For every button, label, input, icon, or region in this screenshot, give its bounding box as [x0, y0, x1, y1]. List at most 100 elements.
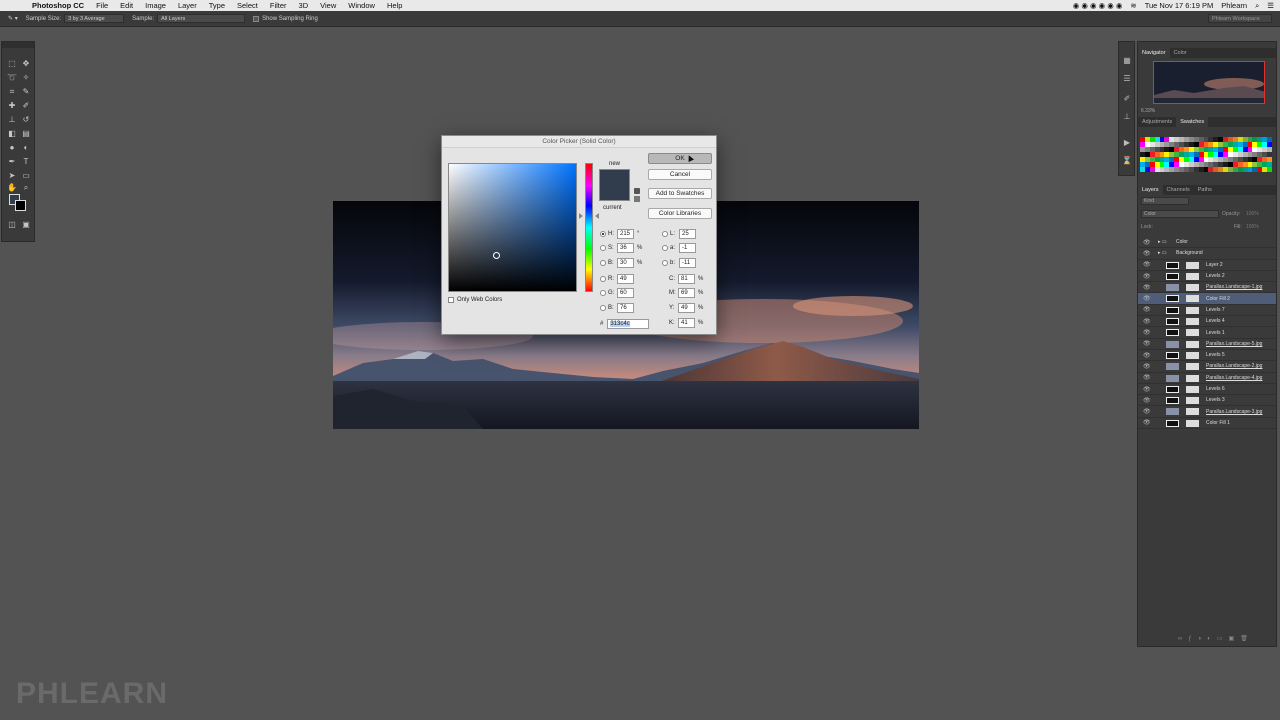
layer-thumbnail[interactable]	[1166, 419, 1179, 427]
visibility-eye-icon[interactable]: 👁	[1143, 352, 1151, 359]
layer-row[interactable]: 👁 Layer 2	[1138, 260, 1276, 271]
layer-row[interactable]: 👁 Color Fill 2	[1138, 293, 1276, 305]
hue-slider-arrow-left[interactable]	[579, 213, 583, 219]
layer-row[interactable]: 👁 Levels 6	[1138, 384, 1276, 396]
menu-view[interactable]: View	[314, 1, 342, 10]
layer-thumbnail[interactable]	[1166, 408, 1179, 416]
black-input[interactable]: 41	[678, 317, 695, 328]
zoom-tool-icon[interactable]: ⌕	[20, 182, 32, 193]
layer-mask-thumbnail[interactable]	[1186, 272, 1199, 280]
layer-name[interactable]: Background	[1176, 250, 1203, 256]
blue-radio[interactable]	[600, 304, 606, 311]
visibility-eye-icon[interactable]: 👁	[1143, 329, 1151, 336]
layer-row[interactable]: 👁 ▸ ▭ Color	[1138, 237, 1276, 249]
visibility-eye-icon[interactable]: 👁	[1143, 318, 1151, 325]
layer-name[interactable]: Layer 2	[1206, 262, 1223, 268]
brightness-input[interactable]: 30	[617, 257, 634, 268]
layer-mask-thumbnail[interactable]	[1186, 318, 1199, 326]
visibility-eye-icon[interactable]: 👁	[1143, 261, 1151, 268]
swatches-grid[interactable]	[1140, 137, 1272, 175]
visibility-eye-icon[interactable]: 👁	[1143, 419, 1151, 426]
layer-name[interactable]: Levels 7	[1206, 307, 1225, 313]
move-tool-icon[interactable]: ✥	[20, 58, 32, 69]
only-web-colors-checkbox[interactable]	[448, 297, 454, 303]
clone-source-icon[interactable]: ⊥	[1122, 112, 1132, 122]
layer-row[interactable]: 👁 Parallax.Landscape-1.jpg	[1138, 282, 1276, 294]
sample-select[interactable]: All Layers	[157, 14, 246, 23]
sample-size-select[interactable]: 3 by 3 Average	[64, 14, 125, 23]
layer-filter-kind[interactable]: Kind	[1141, 197, 1189, 205]
layer-row[interactable]: 👁 Parallax.Landscape-5.jpg	[1138, 339, 1276, 350]
layer-row[interactable]: 👁 Parallax.Landscape-4.jpg	[1138, 373, 1276, 384]
brush-tool-icon[interactable]: ✐	[20, 100, 32, 111]
lab-a-radio[interactable]	[662, 244, 668, 251]
shape-tool-icon[interactable]: ▭	[20, 170, 32, 181]
layer-mask-thumbnail[interactable]	[1186, 261, 1199, 269]
layer-thumbnail[interactable]	[1166, 284, 1179, 292]
cyan-input[interactable]: 81	[678, 273, 695, 284]
histogram-icon[interactable]: ▦	[1122, 56, 1132, 66]
folder-icon[interactable]: ▸ ▭	[1158, 239, 1167, 245]
layer-name[interactable]: Levels 5	[1206, 352, 1225, 358]
menu-type[interactable]: Type	[203, 1, 231, 10]
history-icon[interactable]: ⌛	[1122, 156, 1132, 166]
screen-mode-icon[interactable]: ▣	[20, 219, 32, 230]
layer-thumbnail[interactable]	[1166, 306, 1179, 314]
layer-thumbnail[interactable]	[1166, 318, 1179, 326]
layer-row[interactable]: 👁 Levels 5	[1138, 350, 1276, 362]
layer-thumbnail[interactable]	[1166, 363, 1179, 371]
layer-row[interactable]: 👁 Color Fill 1	[1138, 418, 1276, 430]
layer-thumbnail[interactable]	[1166, 340, 1179, 348]
layer-mask-thumbnail[interactable]	[1186, 306, 1199, 314]
search-icon[interactable]: ⌕	[1255, 1, 1259, 11]
workspace-select[interactable]: Phlearn Workspace	[1208, 14, 1272, 23]
blue-input[interactable]: 76	[617, 302, 634, 313]
menu-app[interactable]: Photoshop CC	[26, 1, 90, 10]
status-icons[interactable]: ◉ ◉ ◉ ◉ ◉ ◉	[1073, 1, 1123, 10]
layer-thumbnail[interactable]	[1166, 397, 1179, 405]
layer-row[interactable]: 👁 Levels 4	[1138, 316, 1276, 328]
marquee-tool-icon[interactable]: ⬚	[6, 58, 18, 69]
layer-name[interactable]: Parallax.Landscape-3.jpg	[1206, 409, 1262, 415]
layer-thumbnail[interactable]	[1166, 272, 1179, 280]
menu-window[interactable]: Window	[342, 1, 381, 10]
layer-mask-thumbnail[interactable]	[1186, 295, 1199, 303]
layer-name[interactable]: Parallax.Landscape-4.jpg	[1206, 375, 1262, 381]
layer-row[interactable]: 👁 Levels 7	[1138, 305, 1276, 317]
layer-mask-thumbnail[interactable]	[1186, 329, 1199, 337]
hand-tool-icon[interactable]: ✋	[6, 182, 18, 193]
tab-adjustments[interactable]: Adjustments	[1138, 117, 1176, 127]
lab-b-radio[interactable]	[662, 259, 668, 266]
magenta-input[interactable]: 69	[678, 287, 695, 298]
visibility-eye-icon[interactable]: 👁	[1143, 284, 1151, 291]
swatch-cell[interactable]	[1267, 137, 1272, 142]
visibility-eye-icon[interactable]: 👁	[1143, 340, 1151, 347]
layer-name[interactable]: Color Fill 2	[1206, 296, 1230, 302]
layer-name[interactable]: Color Fill 1	[1206, 420, 1230, 426]
layer-row[interactable]: 👁 Levels 2	[1138, 271, 1276, 283]
layer-thumbnail[interactable]	[1166, 385, 1179, 393]
layer-thumbnail[interactable]	[1166, 374, 1179, 382]
layer-name[interactable]: Parallax.Landscape-5.jpg	[1206, 341, 1262, 347]
swatch-cell[interactable]	[1267, 167, 1272, 172]
show-sampling-ring-checkbox[interactable]	[253, 15, 260, 22]
visibility-eye-icon[interactable]: 👁	[1143, 363, 1151, 370]
menu-filter[interactable]: Filter	[264, 1, 293, 10]
layer-row[interactable]: 👁 ▸ ▭ Background	[1138, 248, 1276, 260]
color-sample-ring[interactable]	[493, 252, 500, 259]
folder-icon[interactable]: ▸ ▭	[1158, 250, 1167, 256]
wifi-icon[interactable]: ≋	[1130, 1, 1136, 10]
layer-thumbnail[interactable]	[1166, 329, 1179, 337]
menu-select[interactable]: Select	[231, 1, 264, 10]
hue-slider[interactable]	[585, 163, 593, 292]
red-radio[interactable]	[600, 275, 606, 282]
menu-edit[interactable]: Edit	[114, 1, 139, 10]
visibility-eye-icon[interactable]: 👁	[1143, 295, 1151, 302]
red-input[interactable]: 49	[617, 273, 634, 284]
background-color-swatch[interactable]	[15, 200, 26, 211]
green-input[interactable]: 60	[617, 287, 634, 298]
gradient-tool-icon[interactable]: ▤	[20, 128, 32, 139]
layer-name[interactable]: Levels 2	[1206, 273, 1225, 279]
visibility-eye-icon[interactable]: 👁	[1143, 397, 1151, 404]
quick-mask-icon[interactable]: ◫	[6, 219, 18, 230]
